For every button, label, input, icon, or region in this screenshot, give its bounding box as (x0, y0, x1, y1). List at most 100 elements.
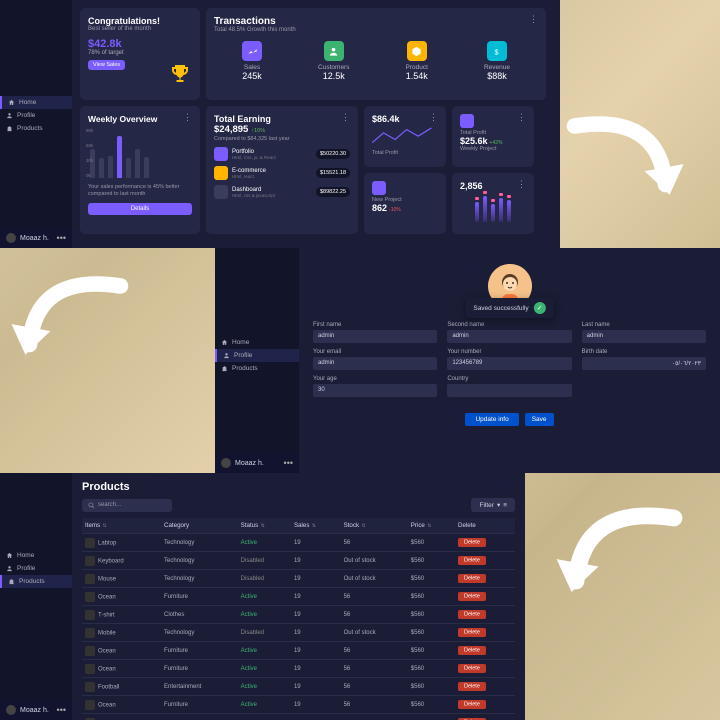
delete-button[interactable]: Delete (458, 682, 486, 691)
filter-button[interactable]: Filter ▾ ≡ (471, 498, 515, 512)
products-table: Items ⇅CategoryStatus ⇅Sales ⇅Stock ⇅Pri… (82, 518, 515, 720)
country-input[interactable] (447, 384, 571, 397)
user-menu-icon[interactable]: ••• (284, 458, 293, 468)
age-input[interactable]: 30 (313, 384, 437, 397)
number-input[interactable]: 123456789 (447, 357, 571, 370)
table-row: T-shirtClothesActive1956$560Delete (82, 606, 515, 624)
cell-category: Furniture (161, 588, 238, 606)
sidebar: Home ProfileProducts (215, 248, 299, 473)
sparkline-chart (372, 124, 438, 150)
col-category[interactable]: Category (161, 518, 238, 534)
total-profit-card: ⋮ Total Profit $25.6k+42% Weekly Project (452, 106, 534, 167)
equalizer-chart (460, 194, 526, 222)
sidebar-item-products[interactable]: Products (0, 122, 72, 135)
avatar (6, 705, 16, 715)
congrats-target: 78% of target (88, 50, 192, 56)
col-stock[interactable]: Stock ⇅ (341, 518, 408, 534)
cell-price: $560 (408, 660, 455, 678)
update-info-button[interactable]: Update info (465, 413, 518, 426)
field-second_name: Second nameadmin (447, 322, 571, 343)
birth-input[interactable]: ٠٥/٠٦/٢٠٢٣ (582, 357, 706, 370)
delete-button[interactable]: Delete (458, 610, 486, 619)
sidebar-item-home[interactable]: Home (0, 549, 72, 562)
view-sales-button[interactable]: View Sales (88, 60, 125, 70)
sidebar-item-profile[interactable]: Profile (0, 562, 72, 575)
cell-price: $560 (408, 624, 455, 642)
card-more-icon[interactable]: ⋮ (341, 112, 350, 123)
user-bar[interactable]: Moaaz h. ••• (215, 453, 299, 473)
table-row: FootballEntertainmentActive1956$560Delet… (82, 678, 515, 696)
user-bar[interactable]: Moaaz h. ••• (0, 700, 72, 720)
card-more-icon[interactable]: ⋮ (429, 112, 438, 123)
filter-label: Filter (479, 502, 493, 509)
email-input[interactable]: admin (313, 357, 437, 370)
cell-stock: 56 (341, 642, 408, 660)
cell-price: $560 (408, 570, 455, 588)
col-price[interactable]: Price ⇅ (408, 518, 455, 534)
transactions-title: Transactions (214, 16, 538, 27)
delete-button[interactable]: Delete (458, 628, 486, 637)
nav-label: Profile (17, 112, 35, 119)
cell-category: Clothes (161, 606, 238, 624)
dashboard-screenshot: HomeProfileProducts Moaaz h. ••• Congrat… (0, 0, 560, 248)
sidebar-item-home[interactable]: Home (0, 96, 72, 109)
sidebar-item-home[interactable]: Home (215, 336, 299, 349)
col-delete[interactable]: Delete (455, 518, 515, 534)
user-bar[interactable]: Moaaz h. ••• (0, 228, 72, 248)
sidebar-item-profile[interactable]: Profile (215, 349, 299, 362)
sidebar-item-profile[interactable]: Profile (0, 109, 72, 122)
nav-label: Home (232, 339, 249, 346)
last_name-input[interactable]: admin (582, 330, 706, 343)
delete-button[interactable]: Delete (458, 646, 486, 655)
cell-status: Active (238, 660, 291, 678)
cell-price: $560 (408, 588, 455, 606)
cell-status: Active (238, 696, 291, 714)
first_name-input[interactable]: admin (313, 330, 437, 343)
cell-stock: 56 (341, 534, 408, 552)
row-value: $50220.30 (316, 149, 350, 159)
filter-icon: ▾ (497, 501, 500, 509)
sidebar: Home Profile Products (0, 0, 72, 248)
weekly-bar-chart: 90k60k30k0k (88, 130, 192, 178)
second_name-input[interactable]: admin (447, 330, 571, 343)
nav-label: Home (19, 99, 36, 106)
delete-button[interactable]: Delete (458, 592, 486, 601)
earning-row: DashboardHtml, css & javascript$89822.25 (214, 185, 350, 199)
bar (117, 136, 122, 178)
cell-name: Ocean (82, 588, 161, 606)
row-value: $89822.25 (316, 187, 350, 197)
user-menu-icon[interactable]: ••• (57, 233, 66, 243)
delete-button[interactable]: Delete (458, 556, 486, 565)
cell-sales: 19 (291, 552, 341, 570)
sort-icon: ⇅ (101, 523, 107, 529)
cell-status: Active (238, 606, 291, 624)
sidebar-item-products[interactable]: Products (0, 575, 72, 588)
cell-stock: 56 (341, 588, 408, 606)
earning-compared: Compared to $84,325 last year (214, 136, 350, 142)
project-delta: -10% (389, 207, 401, 213)
user-menu-icon[interactable]: ••• (57, 705, 66, 715)
row-desc: Html, react (232, 174, 312, 179)
card-more-icon[interactable]: ⋮ (183, 112, 192, 123)
dollar-icon: $ (487, 41, 507, 61)
menu-icon: ≡ (503, 502, 507, 509)
card-more-icon[interactable]: ⋮ (529, 14, 538, 25)
save-button[interactable]: Save (525, 413, 554, 426)
trans-label: Sales (242, 64, 262, 71)
col-items[interactable]: Items ⇅ (82, 518, 161, 534)
search-input[interactable]: search... (82, 499, 172, 512)
card-more-icon[interactable]: ⋮ (517, 179, 526, 190)
delete-button[interactable]: Delete (458, 700, 486, 709)
product-thumb (85, 700, 95, 710)
sidebar-item-products[interactable]: Products (215, 362, 299, 375)
col-status[interactable]: Status ⇅ (238, 518, 291, 534)
field-label: First name (313, 322, 437, 328)
delete-button[interactable]: Delete (458, 664, 486, 673)
details-button[interactable]: Details (88, 203, 192, 215)
delete-button[interactable]: Delete (458, 538, 486, 547)
delete-button[interactable]: Delete (458, 574, 486, 583)
table-row: OceanFurnitureActive1956$560Delete (82, 696, 515, 714)
col-sales[interactable]: Sales ⇅ (291, 518, 341, 534)
cell-stock: 56 (341, 714, 408, 720)
card-more-icon[interactable]: ⋮ (517, 112, 526, 123)
